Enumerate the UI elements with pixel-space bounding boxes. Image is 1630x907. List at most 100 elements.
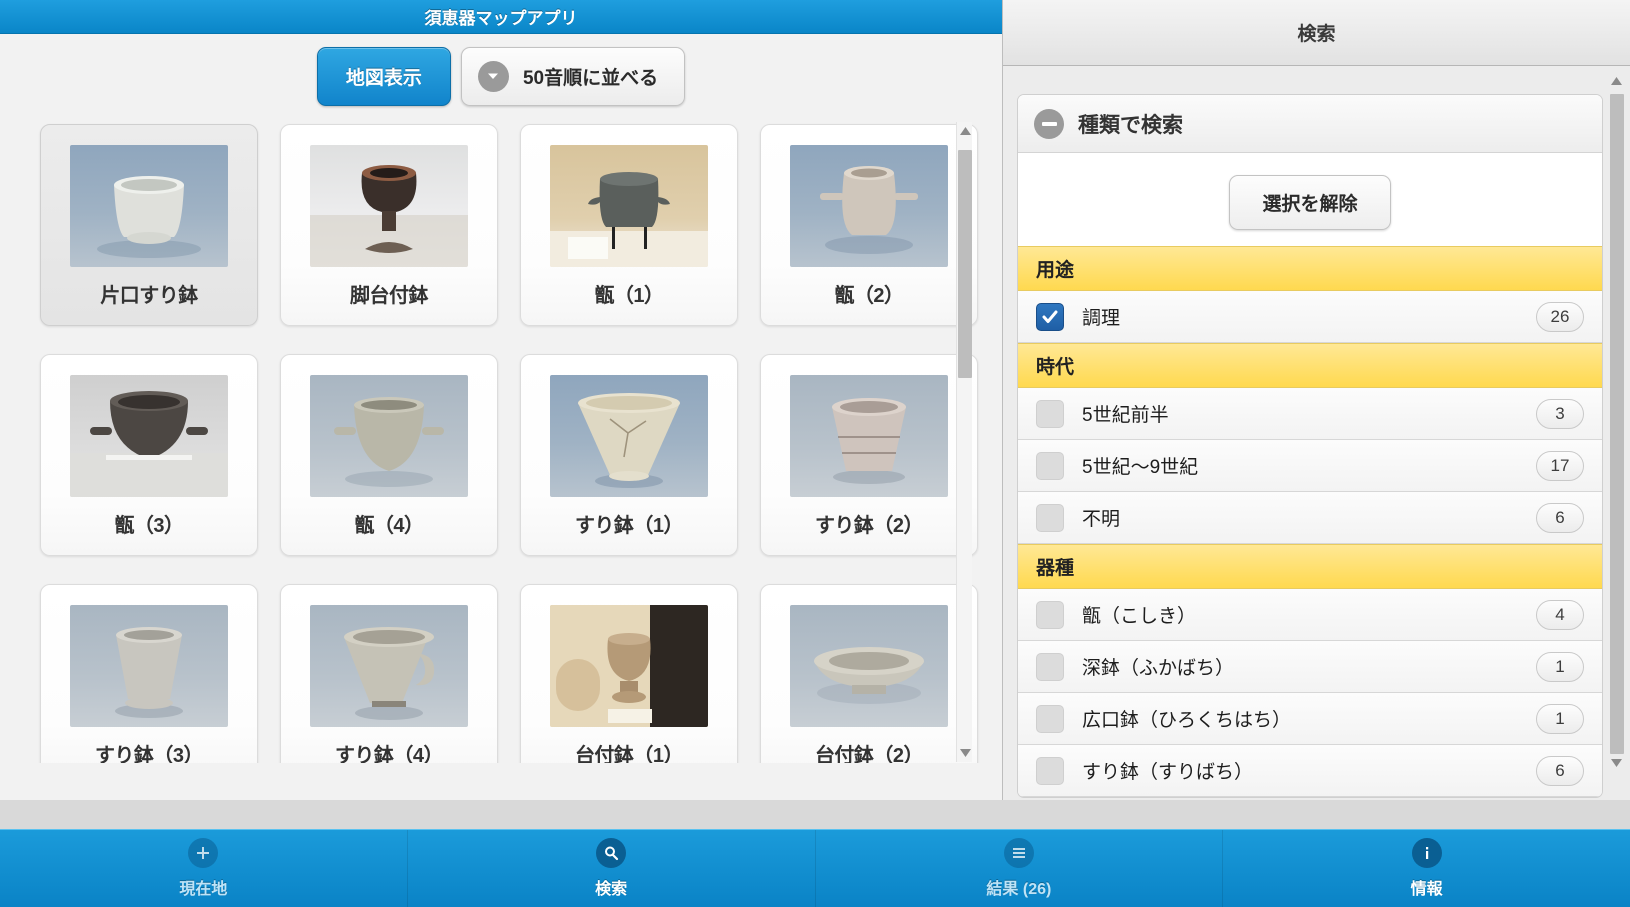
sort-order-label: 50音順に並べる: [522, 67, 659, 89]
checkbox-icon[interactable]: [1036, 600, 1064, 629]
search-icon: [596, 838, 627, 868]
item-card[interactable]: 甑（4）: [280, 354, 498, 556]
filter-option-label: 不明: [1082, 509, 1121, 530]
item-card[interactable]: すり鉢（1）: [520, 354, 738, 556]
filter-option-label: 5世紀前半: [1082, 405, 1169, 426]
search-section-header[interactable]: 種類で検索: [1018, 95, 1602, 153]
filter-option-label: すり鉢（すりばち）: [1082, 762, 1254, 783]
search-section-title: 種類で検索: [1078, 113, 1183, 137]
tab-label: 結果 (26): [986, 881, 1052, 898]
item-card[interactable]: すり鉢（4）: [280, 584, 498, 763]
app-title-bar: 須恵器マップアプリ: [0, 0, 1002, 34]
item-card[interactable]: 台付鉢（1）: [520, 584, 738, 763]
item-label: すり鉢（1）: [574, 515, 684, 537]
item-label: 脚台付鉢: [350, 285, 429, 307]
map-view-button[interactable]: 地図表示: [316, 46, 451, 106]
item-label: 甑（4）: [354, 515, 424, 537]
filter-option-count-badge: 17: [1536, 450, 1584, 481]
plus-icon: [188, 838, 219, 868]
filter-option-row[interactable]: 広口鉢（ひろくちはち） 1: [1018, 693, 1602, 745]
checkbox-icon[interactable]: [1036, 451, 1064, 480]
checkbox-icon[interactable]: [1036, 704, 1064, 733]
item-thumbnail: [310, 605, 468, 727]
grid-scrollbar[interactable]: [956, 122, 972, 762]
search-scrollbar[interactable]: [1608, 72, 1626, 772]
search-panel-body[interactable]: 種類で検索 選択を解除 用途 調理 26 時代 5世紀前半 3 5世紀～9世紀 17 不明 6 器種…: [1003, 67, 1630, 800]
item-label: 片口すり鉢: [100, 285, 198, 307]
filter-option-row[interactable]: 甑（こしき） 4: [1018, 589, 1602, 641]
item-thumbnail: [550, 145, 708, 267]
page-title: 須恵器マップアプリ: [424, 9, 578, 28]
item-thumbnail: [550, 375, 708, 497]
filter-option-row[interactable]: 調理 26: [1018, 291, 1602, 343]
filter-option-count-badge: 1: [1536, 651, 1584, 682]
filter-option-row[interactable]: すり鉢（すりばち） 6: [1018, 745, 1602, 797]
search-panel-title: 検索: [1297, 24, 1336, 45]
checkbox-checked-icon[interactable]: [1036, 302, 1064, 331]
filter-option-label: 深鉢（ふかばち）: [1082, 658, 1235, 679]
search-scrollbar-thumb[interactable]: [1610, 94, 1624, 754]
tab-label: 情報: [1410, 881, 1443, 898]
filter-option-count-badge: 6: [1536, 755, 1584, 786]
item-card[interactable]: 甑（3）: [40, 354, 258, 556]
clear-selection-button[interactable]: 選択を解除: [1229, 175, 1391, 230]
item-card[interactable]: 甑（1）: [520, 124, 738, 326]
bottom-tab-bar: 現在地 検索 結果 (26) 情報: [0, 829, 1630, 907]
app-root: 須恵器マップアプリ 地図表示 50音順に並べる 片口すり鉢 脚台付鉢 甑（1） …: [0, 0, 1630, 907]
checkbox-icon[interactable]: [1036, 652, 1064, 681]
filter-option-label: 甑（こしき）: [1082, 606, 1197, 627]
filter-option-label: 調理: [1082, 308, 1121, 329]
item-card[interactable]: 脚台付鉢: [280, 124, 498, 326]
filter-option-row[interactable]: 5世紀～9世紀 17: [1018, 440, 1602, 492]
item-grid-scroll-area[interactable]: 片口すり鉢 脚台付鉢 甑（1） 甑（2） 甑（3） 甑（4） すり鉢（1） すり…: [0, 118, 1002, 763]
tab-info[interactable]: 情報: [1223, 830, 1630, 907]
filter-option-count-badge: 26: [1536, 301, 1584, 332]
item-card[interactable]: 台付鉢（2）: [760, 584, 978, 763]
clear-selection-row: 選択を解除: [1018, 153, 1602, 246]
list-icon: [1003, 838, 1034, 868]
triangle-up-icon[interactable]: [957, 122, 973, 140]
item-card[interactable]: すり鉢（2）: [760, 354, 978, 556]
filter-group-header: 器種: [1018, 544, 1602, 589]
item-thumbnail: [310, 145, 468, 267]
item-grid: 片口すり鉢 脚台付鉢 甑（1） 甑（2） 甑（3） 甑（4） すり鉢（1） すり…: [0, 118, 1002, 763]
item-card[interactable]: すり鉢（3）: [40, 584, 258, 763]
item-label: 台付鉢（2）: [814, 745, 924, 763]
triangle-up-icon[interactable]: [1608, 72, 1624, 90]
triangle-down-icon[interactable]: [957, 744, 973, 762]
grid-scrollbar-thumb[interactable]: [958, 150, 972, 378]
filter-option-count-badge: 4: [1536, 599, 1584, 630]
filter-groups: 用途 調理 26 時代 5世紀前半 3 5世紀～9世紀 17 不明 6 器種 甑（こしき） 4 深鉢（ふか…: [1018, 246, 1602, 797]
item-label: すり鉢（2）: [814, 515, 924, 537]
checkbox-icon[interactable]: [1036, 756, 1064, 785]
item-thumbnail: [70, 145, 228, 267]
chevron-down-icon: [477, 60, 509, 92]
item-label: 台付鉢（1）: [574, 745, 684, 763]
item-card[interactable]: 片口すり鉢: [40, 124, 258, 326]
checkbox-icon[interactable]: [1036, 503, 1064, 532]
view-toolbar: 地図表示 50音順に並べる: [0, 34, 1002, 118]
left-panel: 須恵器マップアプリ 地図表示 50音順に並べる 片口すり鉢 脚台付鉢 甑（1） …: [0, 0, 1002, 800]
filter-option-count-badge: 3: [1536, 398, 1584, 429]
item-thumbnail: [550, 605, 708, 727]
filter-option-count-badge: 1: [1536, 703, 1584, 734]
triangle-down-icon[interactable]: [1608, 754, 1624, 772]
filter-option-row[interactable]: 5世紀前半 3: [1018, 388, 1602, 440]
item-thumbnail: [790, 605, 948, 727]
checkbox-icon[interactable]: [1036, 399, 1064, 428]
filter-option-label: 5世紀～9世紀: [1082, 457, 1199, 478]
search-panel-title-bar: 検索: [1003, 0, 1630, 66]
item-card[interactable]: 甑（2）: [760, 124, 978, 326]
tab-plus[interactable]: 現在地: [0, 830, 408, 907]
item-thumbnail: [790, 375, 948, 497]
filter-option-row[interactable]: 不明 6: [1018, 492, 1602, 544]
tab-search[interactable]: 検索: [408, 830, 816, 907]
tab-label: 検索: [595, 881, 628, 898]
sort-order-button[interactable]: 50音順に並べる: [460, 46, 686, 106]
minus-circle-icon[interactable]: [1034, 108, 1064, 139]
search-section: 種類で検索 選択を解除 用途 調理 26 時代 5世紀前半 3 5世紀～9世紀 17 不明 6 器種…: [1017, 94, 1603, 798]
tab-list[interactable]: 結果 (26): [816, 830, 1224, 907]
item-thumbnail: [70, 605, 228, 727]
filter-option-row[interactable]: 深鉢（ふかばち） 1: [1018, 641, 1602, 693]
item-label: すり鉢（3）: [94, 745, 204, 763]
